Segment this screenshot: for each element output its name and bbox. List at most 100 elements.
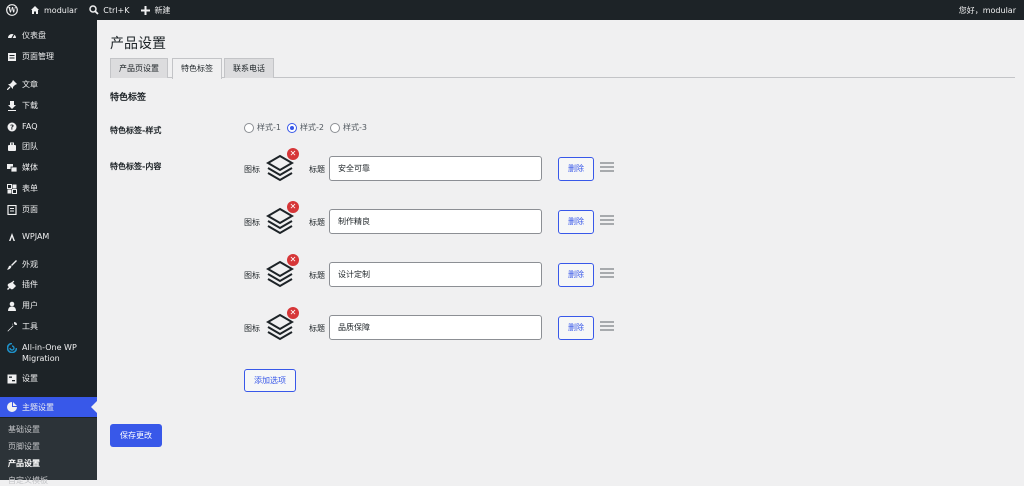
sidebar-item-posts[interactable]: 文章: [0, 79, 97, 90]
sidebar-item-team[interactable]: 团队: [0, 141, 97, 152]
dashboard-icon: [6, 30, 17, 41]
drag-handle-icon[interactable]: [600, 162, 614, 174]
submenu-item-basic[interactable]: 基础设置: [8, 424, 40, 435]
sidebar-item-label: 主题设置: [22, 402, 54, 412]
sidebar-item-migration[interactable]: All-in-One WP Migration: [0, 342, 97, 364]
brush-icon: [6, 259, 17, 270]
sidebar-item-label: FAQ: [22, 122, 38, 131]
sidebar-item-users[interactable]: 用户: [0, 300, 97, 311]
sidebar-item-dashboard[interactable]: 仪表盘: [0, 30, 97, 41]
drag-handle-icon[interactable]: [600, 321, 614, 333]
delete-button[interactable]: 删除: [558, 263, 594, 287]
tab-bar: 产品页设置 特色标签 联系电话: [110, 58, 1015, 79]
delete-button[interactable]: 删除: [558, 157, 594, 181]
account-menu[interactable]: 您好，modular: [953, 0, 1024, 20]
radio-button[interactable]: [244, 122, 254, 133]
icon-label: 图标: [244, 165, 260, 174]
sidebar-item-label: 设置: [22, 374, 38, 383]
download-icon: [6, 100, 17, 111]
submenu-item-footer[interactable]: 页脚设置: [8, 441, 40, 452]
radio-button[interactable]: [329, 122, 340, 133]
sidebar-item-label: 外观: [22, 260, 38, 269]
sidebar-item-theme-settings[interactable]: 主题设置: [0, 397, 97, 417]
sidebar-item-media[interactable]: 媒体: [0, 162, 97, 173]
page-icon: [6, 204, 17, 215]
delete-button[interactable]: 删除: [558, 210, 594, 234]
team-icon: [6, 141, 17, 152]
sidebar-item-forms[interactable]: 表单: [0, 183, 97, 194]
sidebar-item-label: 页面: [22, 205, 38, 214]
style-option-2[interactable]: 样式-2: [286, 122, 324, 133]
wordpress-icon: W: [6, 4, 18, 16]
radio-label: 样式-2: [299, 123, 324, 132]
sidebar-item-label: 文章: [22, 80, 38, 89]
radio-label: 样式-1: [257, 123, 281, 132]
tab-feature-tags[interactable]: 特色标签: [172, 58, 222, 79]
feature-tag-row: 图标 ✕ 标题 设计定制 删除: [244, 254, 624, 288]
command-palette-button[interactable]: Ctrl+K: [83, 0, 135, 20]
sidebar-item-label: 插件: [22, 280, 38, 289]
admin-sidebar: 仪表盘 页面管理 文章 下载 ? FAQ 团队 媒体 表单 页面 WPJAM 外…: [0, 20, 97, 485]
add-option-button[interactable]: 添加选项: [244, 369, 296, 392]
title-input[interactable]: 设计定制: [329, 262, 542, 287]
title-input[interactable]: 安全可靠: [329, 156, 542, 181]
icon-label: 图标: [244, 271, 260, 280]
theme-settings-submenu: 基础设置 页脚设置 产品设置 自定义模板: [0, 418, 97, 485]
save-changes-button[interactable]: 保存更改: [110, 424, 162, 447]
title-label: 标题: [309, 324, 325, 333]
submenu-item-product[interactable]: 产品设置: [8, 458, 40, 469]
home-icon: [30, 5, 40, 15]
site-name-link[interactable]: modular: [24, 0, 83, 20]
page-manage-icon: [6, 51, 17, 62]
sidebar-item-settings[interactable]: 设置: [0, 373, 97, 384]
radio-button[interactable]: [286, 122, 297, 133]
sidebar-item-faq[interactable]: ? FAQ: [0, 121, 97, 132]
remove-icon-button[interactable]: ✕: [287, 254, 299, 266]
remove-icon-button[interactable]: ✕: [287, 307, 299, 319]
migration-icon: [6, 342, 17, 353]
title-input[interactable]: 品质保障: [329, 315, 542, 340]
theme-icon: [6, 402, 17, 413]
sidebar-item-download[interactable]: 下载: [0, 100, 97, 111]
style-option-1[interactable]: 样式-1: [244, 122, 281, 133]
sidebar-item-label: 下载: [22, 101, 38, 110]
form-icon: [6, 183, 17, 194]
sidebar-item-tools[interactable]: 工具: [0, 321, 97, 332]
new-content-button[interactable]: 新建: [135, 0, 176, 20]
svg-text:W: W: [7, 6, 16, 15]
tab-product-page[interactable]: 产品页设置: [110, 58, 168, 78]
sidebar-item-appearance[interactable]: 外观: [0, 259, 97, 270]
submenu-item-custom-template[interactable]: 自定义模板: [8, 475, 48, 486]
sidebar-item-plugins[interactable]: 插件: [0, 279, 97, 290]
sidebar-item-label: 仪表盘: [22, 31, 46, 40]
feature-tag-row: 图标 ✕ 标题 安全可靠 删除: [244, 148, 624, 182]
tab-contact-phone[interactable]: 联系电话: [224, 58, 274, 78]
drag-handle-icon[interactable]: [600, 268, 614, 280]
remove-icon-button[interactable]: ✕: [287, 148, 299, 160]
drag-handle-icon[interactable]: [600, 215, 614, 227]
plus-icon: [141, 5, 151, 15]
site-name: modular: [44, 5, 78, 15]
sidebar-item-page-manage[interactable]: 页面管理: [0, 51, 97, 62]
remove-icon-button[interactable]: ✕: [287, 201, 299, 213]
new-label: 新建: [154, 5, 171, 15]
style-option-3[interactable]: 样式-3: [329, 122, 367, 133]
search-icon: [89, 5, 99, 15]
title-input[interactable]: 制作精良: [329, 209, 542, 234]
sidebar-item-label: 表单: [22, 184, 38, 193]
delete-button[interactable]: 删除: [558, 316, 594, 340]
sidebar-item-wpjam[interactable]: WPJAM: [0, 231, 97, 242]
title-label: 标题: [309, 165, 325, 174]
pin-icon: [6, 79, 17, 90]
content-field-label: 特色标签-内容: [110, 162, 162, 171]
main-content: 产品设置 产品页设置 特色标签 联系电话 特色标签 特色标签-样式 样式-1 样…: [97, 20, 1024, 480]
wp-logo[interactable]: W: [0, 0, 24, 20]
icon-label: 图标: [244, 324, 260, 333]
shortcut-label: Ctrl+K: [103, 5, 130, 15]
greeting: 您好，modular: [958, 5, 1016, 15]
feature-tag-row: 图标 ✕ 标题 制作精良 删除: [244, 201, 624, 235]
help-icon: ?: [6, 121, 17, 132]
sidebar-item-label: 工具: [22, 322, 38, 331]
sidebar-item-pages[interactable]: 页面: [0, 204, 97, 215]
icon-label: 图标: [244, 218, 260, 227]
